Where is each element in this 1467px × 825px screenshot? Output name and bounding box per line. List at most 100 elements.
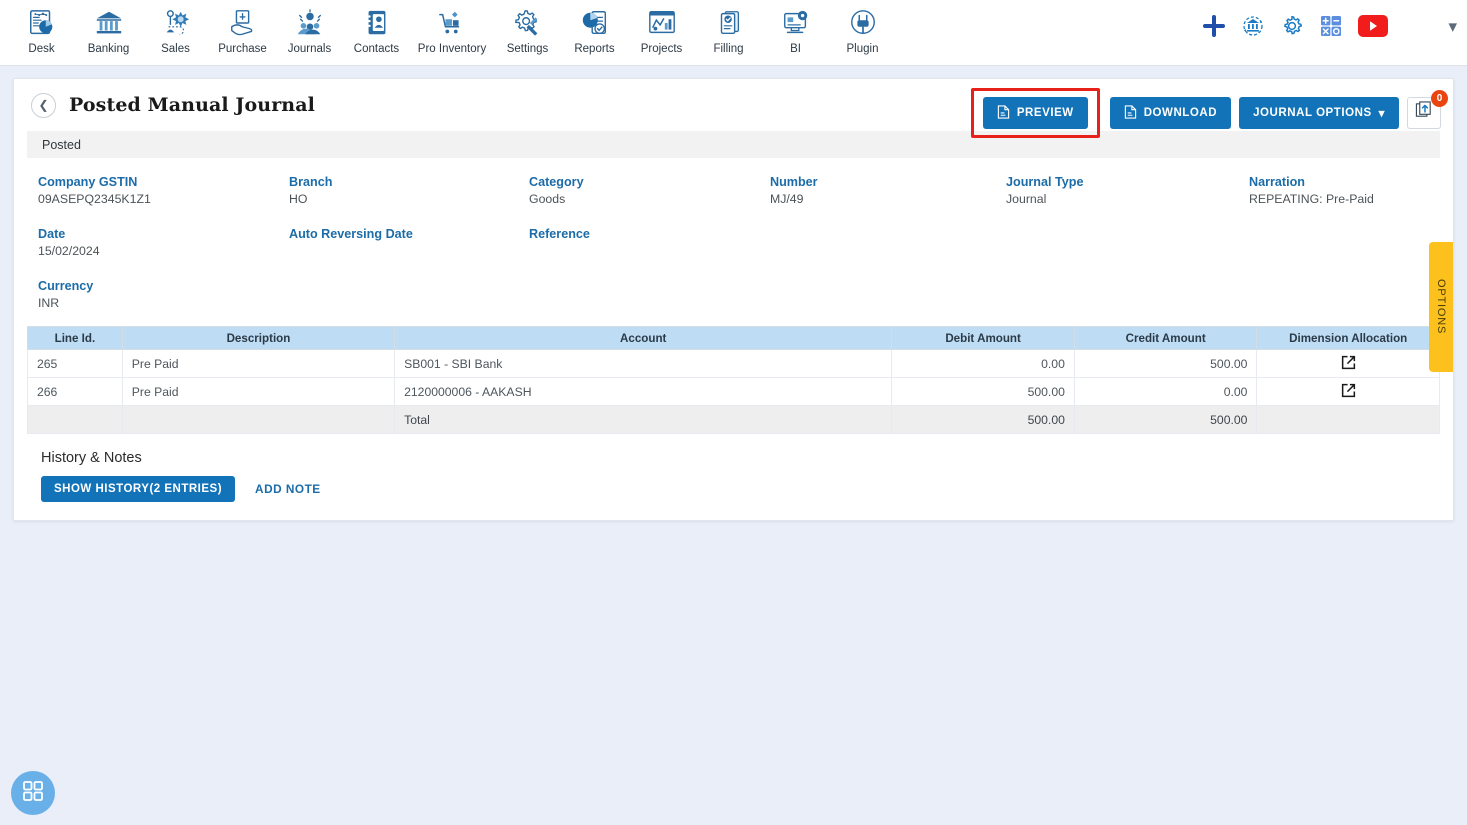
table-header-row: Line Id. Description Account Debit Amoun…: [27, 326, 1440, 350]
field-auto-reversing-date: Auto Reversing Date: [289, 227, 529, 258]
field-value: 15/02/2024: [38, 244, 100, 258]
nav-item-journals[interactable]: Journals: [276, 0, 343, 55]
youtube-icon[interactable]: [1358, 15, 1389, 37]
add-icon[interactable]: [1202, 14, 1226, 38]
field-label: Narration: [1249, 175, 1305, 189]
nav-label: BI: [790, 43, 801, 55]
field-spacer: [1006, 279, 1249, 310]
field-label: Auto Reversing Date: [289, 227, 413, 241]
upload-documents-icon: [1415, 101, 1434, 125]
journal-card: ❮ Posted Manual Journal PREVIEW DOWNLOAD…: [13, 78, 1454, 521]
nav-item-purchase[interactable]: Purchase: [209, 0, 276, 55]
field-spacer: [1249, 279, 1453, 310]
field-value: HO: [289, 192, 308, 206]
total-credit: 500.00: [1073, 405, 1258, 434]
field-value: Journal: [1006, 192, 1047, 206]
dashboard-icon: [27, 5, 57, 41]
upload-badge: 0: [1431, 90, 1448, 107]
status-text: Posted: [42, 137, 81, 152]
total-dimension: [1256, 405, 1440, 434]
nav-item-pro-inventory[interactable]: Pro Inventory: [410, 0, 494, 55]
download-button-label: DOWNLOAD: [1143, 107, 1218, 119]
calculator-icon[interactable]: [1319, 14, 1343, 38]
field-spacer: [529, 279, 770, 310]
preview-button[interactable]: PREVIEW: [982, 97, 1088, 129]
bank-icon: [94, 5, 124, 41]
field-label: Category: [529, 175, 584, 189]
add-note-link[interactable]: ADD NOTE: [255, 482, 321, 496]
show-history-button[interactable]: SHOW HISTORY(2 ENTRIES): [41, 476, 236, 502]
cell-description: Pre Paid: [121, 377, 396, 406]
field-label: Branch: [289, 175, 333, 189]
filling-icon: [714, 5, 744, 41]
field-number: Number MJ/49: [770, 175, 1006, 206]
nav-item-projects[interactable]: Projects: [628, 0, 695, 55]
table-row[interactable]: 266 Pre Paid 2120000006 - AAKASH 500.00 …: [27, 377, 1440, 406]
toolbar-actions: ▾: [1202, 14, 1457, 38]
table-row[interactable]: 265 Pre Paid SB001 - SBI Bank 0.00 500.0…: [27, 349, 1440, 378]
preview-button-label: PREVIEW: [1016, 107, 1074, 119]
cell-dimension-allocation: [1256, 377, 1440, 406]
projects-icon: [647, 5, 677, 41]
external-link-icon[interactable]: [1340, 354, 1357, 371]
journal-options-button[interactable]: JOURNAL OPTIONS ▾: [1239, 97, 1399, 129]
field-spacer: [770, 227, 1006, 258]
nav-label: Banking: [87, 43, 130, 55]
chevron-left-icon: ❮: [38, 98, 49, 112]
apps-launcher-button[interactable]: [11, 771, 55, 815]
col-credit: Credit Amount: [1073, 326, 1258, 350]
bi-icon: [781, 5, 811, 41]
field-company-gstin: Company GSTIN 09ASEPQ2345K1Z1: [38, 175, 289, 206]
field-label: Journal Type: [1006, 175, 1084, 189]
download-button[interactable]: DOWNLOAD: [1109, 97, 1232, 129]
col-line-id: Line Id.: [27, 326, 123, 350]
field-date: Date 15/02/2024: [38, 227, 289, 258]
total-label: Total: [394, 405, 893, 434]
nav-item-contacts[interactable]: Contacts: [343, 0, 410, 55]
nav-label: Contacts: [353, 43, 400, 55]
nav-item-banking[interactable]: Banking: [75, 0, 142, 55]
options-side-tab[interactable]: OPTIONS: [1429, 242, 1453, 372]
field-category: Category Goods: [529, 175, 770, 206]
nav-item-desk[interactable]: Desk: [8, 0, 75, 55]
preview-highlight: PREVIEW: [970, 88, 1100, 138]
nav-item-sales[interactable]: Sales: [142, 0, 209, 55]
field-spacer: [770, 279, 1006, 310]
nav-item-bi[interactable]: BI: [762, 0, 829, 55]
document-icon: [997, 104, 1010, 122]
field-label: Company GSTIN: [38, 175, 138, 189]
field-value: INR: [38, 296, 60, 310]
field-value: REPEATING: Pre-Paid: [1249, 192, 1374, 206]
chevron-down-icon[interactable]: ▾: [1448, 18, 1457, 35]
header-actions: PREVIEW DOWNLOAD JOURNAL OPTIONS ▾ 0: [970, 88, 1448, 138]
cell-credit: 500.00: [1073, 349, 1258, 378]
field-reference: Reference: [529, 227, 770, 258]
journal-details: Company GSTIN 09ASEPQ2345K1Z1 Branch HO …: [14, 158, 1453, 318]
journal-lines-table-wrapper: Line Id. Description Account Debit Amoun…: [14, 318, 1453, 434]
col-dimension: Dimension Allocation: [1256, 326, 1440, 350]
bank-sync-icon[interactable]: [1241, 14, 1265, 38]
contacts-icon: [362, 5, 392, 41]
nav-item-plugin[interactable]: Plugin: [829, 0, 896, 55]
field-value: [529, 244, 770, 258]
nav-item-filling[interactable]: Filling: [695, 0, 762, 55]
field-branch: Branch HO: [289, 175, 529, 206]
nav-item-settings[interactable]: Settings: [494, 0, 561, 55]
nav-item-reports[interactable]: Reports: [561, 0, 628, 55]
history-notes-section: History & Notes SHOW HISTORY(2 ENTRIES) …: [14, 434, 1453, 502]
col-description: Description: [121, 326, 396, 350]
cell-credit: 0.00: [1073, 377, 1258, 406]
history-actions: SHOW HISTORY(2 ENTRIES) ADD NOTE: [41, 476, 1453, 502]
nav-label: Desk: [28, 43, 55, 55]
upload-documents-button[interactable]: 0: [1407, 90, 1448, 129]
nav-label: Settings: [506, 43, 549, 55]
page-title: Posted Manual Journal: [69, 94, 315, 116]
back-button[interactable]: ❮: [31, 92, 56, 118]
gear-icon[interactable]: [1280, 14, 1304, 38]
nav-label: Plugin: [846, 43, 879, 55]
nav-label: Journals: [287, 43, 332, 55]
purchase-icon: [228, 5, 258, 41]
external-link-icon[interactable]: [1340, 382, 1357, 399]
caret-down-icon: ▾: [1378, 108, 1385, 120]
cell-debit: 0.00: [891, 349, 1075, 378]
